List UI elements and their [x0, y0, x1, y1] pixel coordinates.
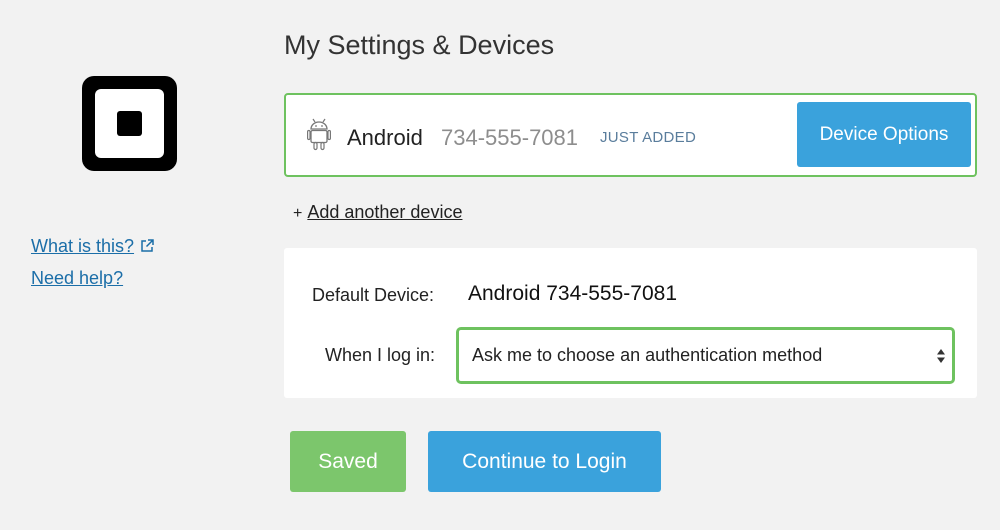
- default-device-value: Android 734-555-7081: [468, 282, 677, 305]
- login-method-select[interactable]: Ask me to choose an authentication metho…: [456, 327, 955, 384]
- plus-icon: +: [293, 205, 303, 222]
- need-help-link[interactable]: Need help?: [31, 268, 123, 289]
- default-device-label: Default Device:: [312, 285, 435, 305]
- logo-core: [117, 111, 142, 136]
- what-is-this-label: What is this?: [31, 236, 135, 256]
- login-method-value: Ask me to choose an authentication metho…: [472, 345, 823, 365]
- device-name: Android: [347, 125, 423, 150]
- what-is-this-link[interactable]: What is this?: [31, 236, 154, 258]
- add-device-row: + Add another device: [293, 202, 462, 223]
- device-phone: 734-555-7081: [441, 125, 579, 150]
- device-status-badge: JUST ADDED: [600, 129, 697, 146]
- logo-inner: [95, 89, 164, 158]
- add-another-device-link[interactable]: Add another device: [307, 202, 462, 222]
- square-logo-icon: [82, 76, 177, 171]
- page-title: My Settings & Devices: [284, 30, 555, 60]
- external-link-icon: [140, 237, 154, 258]
- select-arrows-icon: [936, 347, 946, 370]
- android-icon: [307, 117, 332, 156]
- saved-button[interactable]: Saved: [290, 431, 406, 492]
- device-options-button[interactable]: Device Options: [797, 102, 971, 167]
- device-card: Android 734-555-7081 JUST ADDED Device O…: [284, 93, 977, 177]
- settings-panel: Default Device: Android 734-555-7081 Whe…: [284, 248, 977, 398]
- login-method-label: When I log in:: [325, 345, 436, 365]
- continue-to-login-button[interactable]: Continue to Login: [428, 431, 661, 492]
